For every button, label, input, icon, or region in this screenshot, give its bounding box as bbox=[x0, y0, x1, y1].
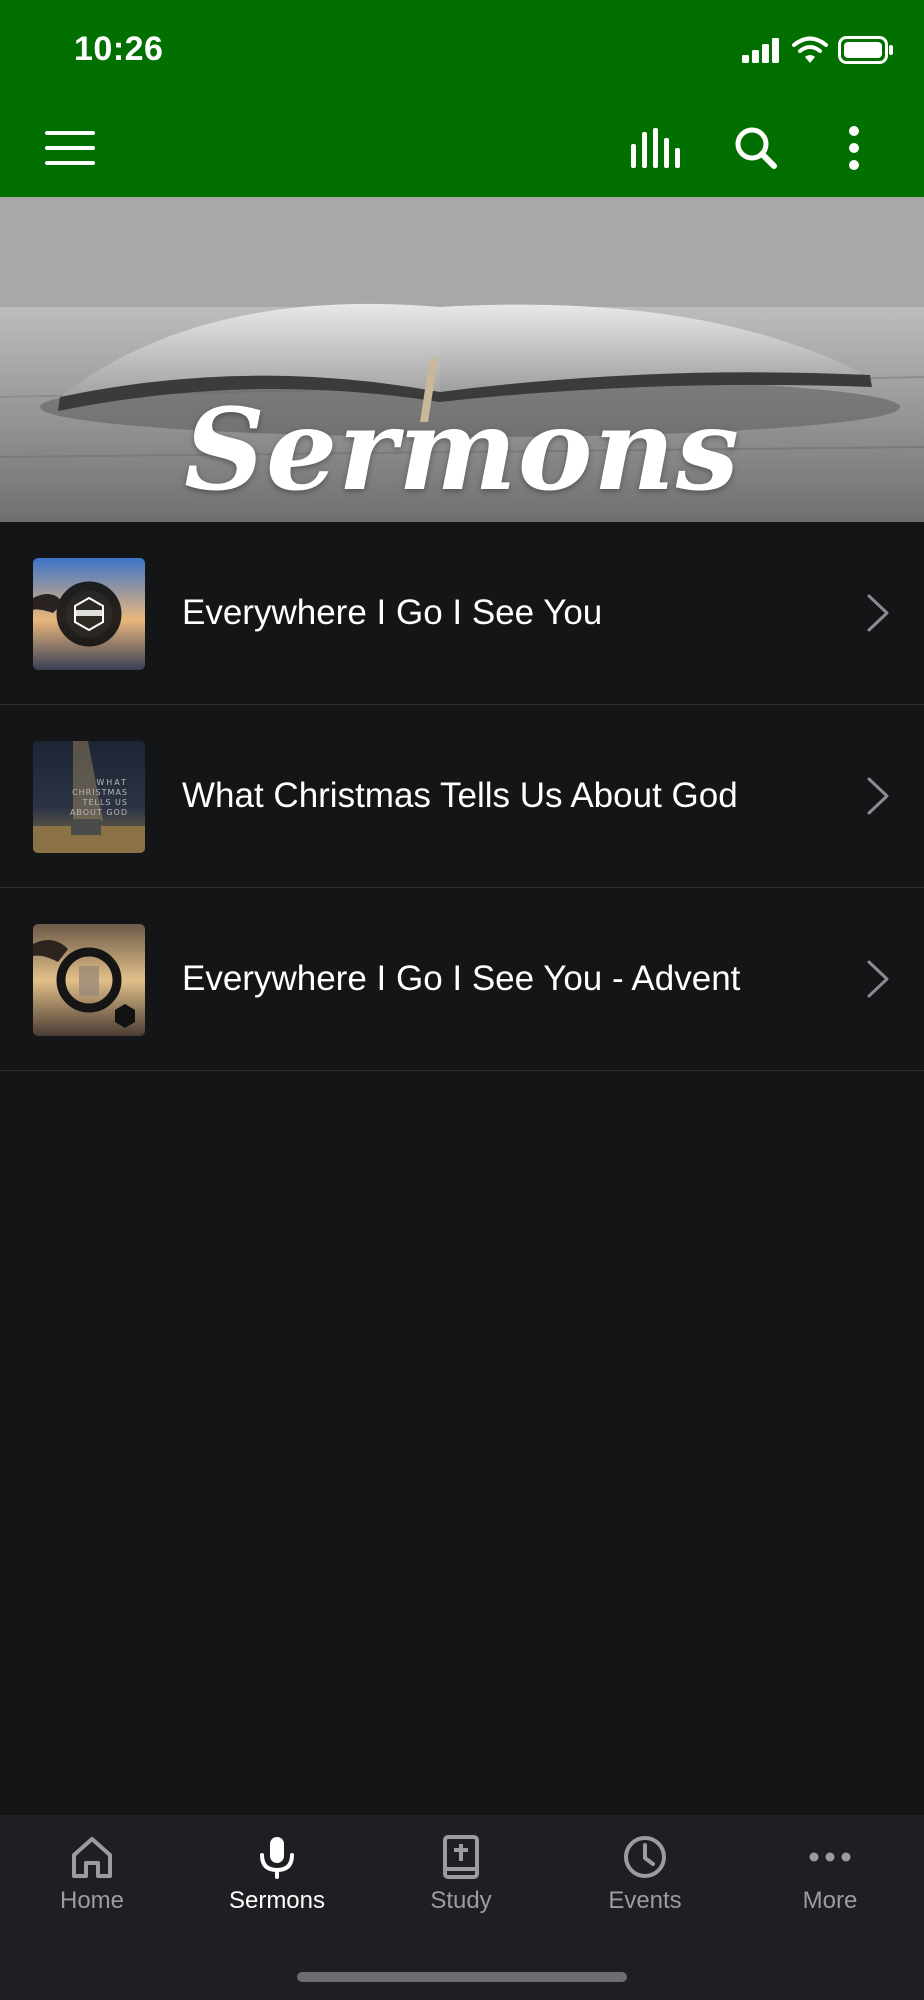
more-horizontal-icon bbox=[809, 1852, 851, 1862]
svg-text:WHAT: WHAT bbox=[96, 778, 128, 787]
tab-home[interactable]: Home bbox=[22, 1815, 162, 1965]
tab-more[interactable]: More bbox=[760, 1815, 900, 1965]
clock-icon bbox=[624, 1836, 666, 1878]
sermon-thumbnail bbox=[33, 924, 145, 1036]
sermon-title: Everywhere I Go I See You bbox=[182, 593, 603, 632]
tab-study[interactable]: Study bbox=[391, 1815, 531, 1965]
more-vertical-icon bbox=[849, 126, 859, 170]
sermon-title: What Christmas Tells Us About God bbox=[182, 776, 738, 815]
battery-icon bbox=[838, 36, 893, 64]
svg-text:CHRISTMAS: CHRISTMAS bbox=[72, 788, 128, 797]
audio-button[interactable] bbox=[627, 118, 687, 178]
tab-label: More bbox=[802, 1887, 858, 1914]
equalizer-icon bbox=[631, 128, 680, 168]
sermon-thumbnail bbox=[33, 558, 145, 670]
sermon-list-item[interactable]: Everywhere I Go I See You - Advent bbox=[0, 888, 924, 1071]
svg-text:ABOUT GOD: ABOUT GOD bbox=[70, 808, 128, 817]
overflow-menu-button[interactable] bbox=[824, 118, 884, 178]
sermons-banner: Sermons bbox=[0, 197, 924, 522]
sermon-title: Everywhere I Go I See You - Advent bbox=[182, 959, 741, 998]
home-icon bbox=[72, 1837, 112, 1878]
tab-label: Events bbox=[608, 1887, 682, 1914]
home-indicator[interactable] bbox=[297, 1972, 627, 1982]
tab-sermons[interactable]: Sermons bbox=[207, 1815, 347, 1965]
search-button[interactable] bbox=[726, 118, 786, 178]
cellular-signal-icon bbox=[742, 38, 779, 63]
tab-events[interactable]: Events bbox=[575, 1815, 715, 1965]
chevron-right-icon bbox=[867, 594, 889, 632]
menu-button[interactable] bbox=[40, 118, 100, 178]
menu-icon bbox=[45, 131, 95, 165]
chevron-right-icon bbox=[867, 960, 889, 998]
svg-text:TELLS US: TELLS US bbox=[82, 798, 128, 807]
status-icons bbox=[742, 36, 894, 64]
banner-title: Sermons bbox=[184, 385, 740, 516]
tab-label: Sermons bbox=[228, 1887, 326, 1914]
chevron-right-icon bbox=[867, 777, 889, 815]
sermon-thumbnail: WHAT CHRISTMAS TELLS US ABOUT GOD bbox=[33, 741, 145, 853]
sermon-list-item[interactable]: WHAT CHRISTMAS TELLS US ABOUT GOD What C… bbox=[0, 705, 924, 888]
app-header: 10:26 bbox=[0, 0, 924, 197]
sermon-list: Everywhere I Go I See You WHAT CHRISTMAS… bbox=[0, 522, 924, 1071]
sermon-list-item[interactable]: Everywhere I Go I See You bbox=[0, 522, 924, 705]
bible-icon bbox=[443, 1835, 479, 1879]
status-time: 10:26 bbox=[74, 30, 164, 68]
search-icon bbox=[735, 127, 777, 169]
tab-label: Study bbox=[430, 1887, 492, 1914]
tab-label: Home bbox=[59, 1887, 125, 1914]
wifi-icon bbox=[792, 36, 828, 63]
microphone-icon bbox=[260, 1837, 294, 1879]
